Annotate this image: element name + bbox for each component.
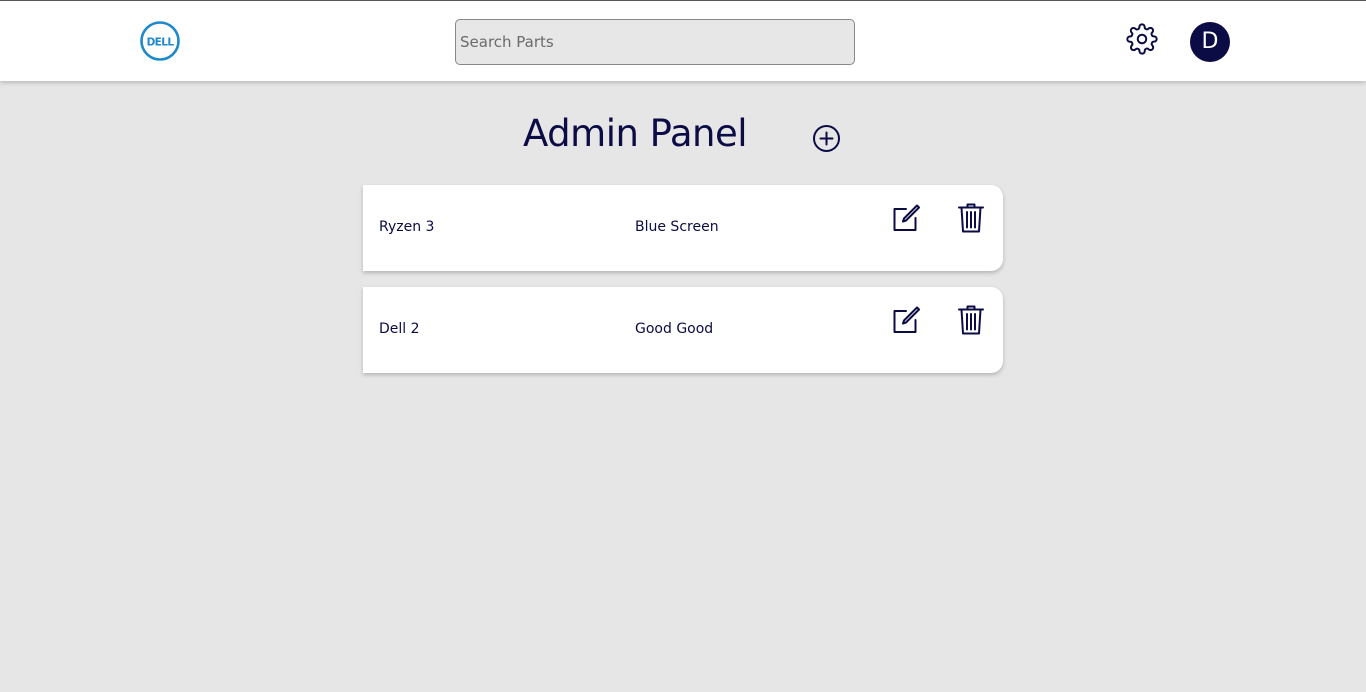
top-navbar: DELL D: [0, 0, 1366, 81]
item-name: Ryzen 3: [379, 219, 435, 235]
user-avatar[interactable]: D: [1190, 22, 1230, 62]
edit-icon[interactable]: [891, 305, 921, 335]
svg-text:DELL: DELL: [147, 37, 175, 49]
item-name: Dell 2: [379, 321, 420, 337]
item-description: Blue Screen: [635, 219, 719, 235]
edit-icon[interactable]: [891, 203, 921, 233]
search-input[interactable]: [455, 19, 855, 65]
list-item: Ryzen 3 Blue Screen: [363, 185, 1003, 271]
page: DELL D Admin Panel Ryzen 3 Blue Screen: [0, 0, 1366, 692]
trash-icon[interactable]: [957, 305, 985, 335]
dell-logo[interactable]: DELL: [140, 21, 180, 61]
item-description: Good Good: [635, 321, 714, 337]
gear-icon[interactable]: [1126, 23, 1158, 55]
plus-circle-icon[interactable]: [812, 124, 841, 153]
list-item: Dell 2 Good Good: [363, 287, 1003, 373]
trash-icon[interactable]: [957, 203, 985, 233]
page-title: Admin Panel: [523, 112, 748, 155]
